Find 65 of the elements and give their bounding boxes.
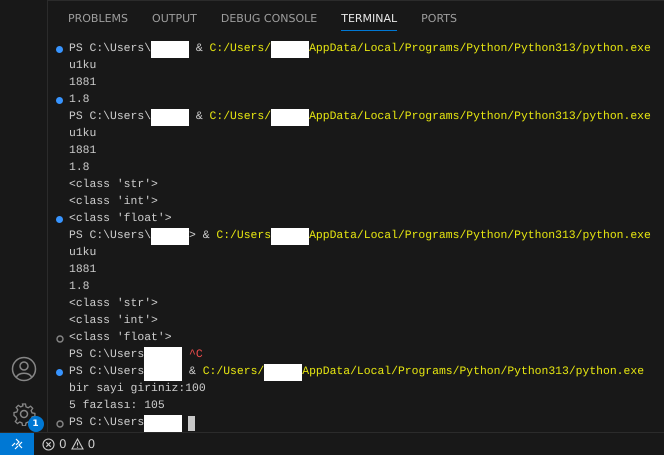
redaction-block: [151, 228, 190, 245]
terminal-text: PS C:\Users\: [69, 110, 152, 125]
redaction-block: [144, 347, 182, 364]
success-dot-icon[interactable]: [56, 369, 63, 376]
path-text: C:/Users/: [210, 110, 272, 125]
panel-tab[interactable]: PORTS: [421, 6, 457, 30]
path-text: C:/Users/: [210, 42, 272, 57]
interrupt-text: ^C: [188, 348, 203, 363]
terminal-text: PS C:\Users: [69, 348, 144, 363]
terminal-text: <class 'str'>: [69, 178, 158, 193]
terminal-text: bir sayi giriniz:100: [69, 382, 206, 397]
success-dot-icon[interactable]: [56, 216, 63, 223]
terminal-text: 5 fazlası: 105: [69, 398, 165, 414]
success-dot-icon[interactable]: [56, 46, 63, 53]
panel-tab[interactable]: DEBUG CONSOLE: [220, 6, 318, 30]
empty-circle-icon[interactable]: [56, 420, 64, 428]
terminal-text: &: [188, 365, 197, 380]
error-icon: [42, 438, 55, 450]
remote-button[interactable]: [0, 433, 34, 455]
problems-button[interactable]: 0 0: [34, 437, 104, 451]
success-dot-icon[interactable]: [56, 97, 63, 104]
terminal-text: PS C:\Users: [69, 416, 144, 431]
terminal-text: <class 'int'>: [69, 314, 158, 329]
terminal-text: 1881: [69, 263, 96, 278]
terminal-text: <class 'float'>: [69, 212, 172, 227]
text-cursor: [188, 416, 196, 431]
panel-tab[interactable]: OUTPUT: [152, 6, 197, 30]
path-text: C:/Users/: [202, 364, 264, 380]
path-text: AppData/Local/Programs/Python/Python313/python.exe: [309, 110, 651, 125]
account-icon[interactable]: [10, 356, 36, 382]
terminal-text: u1ku: [69, 58, 96, 74]
panel-tab[interactable]: PROBLEMS: [68, 6, 128, 30]
terminal-text: PS C:\Users: [69, 364, 144, 380]
redaction-block: [271, 228, 310, 245]
redaction-block: [264, 364, 302, 381]
terminal-text: 1881: [69, 144, 96, 159]
path-text: AppData/Local/Programs/Python/Python313/python.exe: [309, 228, 651, 244]
terminal-text: <class 'float'>: [69, 330, 172, 346]
terminal-text: > &: [189, 229, 211, 244]
terminal-text: 1881: [69, 76, 96, 91]
redaction-block: [151, 41, 190, 58]
terminal-text: u1ku: [69, 126, 96, 142]
terminal-text: u1ku: [69, 246, 96, 261]
redaction-block: [144, 364, 182, 381]
path-text: AppData/Local/Programs/Python/Python313/python.exe: [302, 364, 644, 380]
empty-circle-icon[interactable]: [56, 334, 64, 342]
terminal-text: &: [194, 42, 204, 57]
panel-tab[interactable]: TERMINAL: [341, 6, 398, 30]
terminal-text: 1.8: [69, 161, 90, 176]
terminal-text: PS C:\Users\: [69, 42, 152, 57]
redaction-block: [271, 41, 310, 58]
notification-badge: 1: [28, 416, 44, 432]
terminal-text: PS C:\Users\: [69, 228, 152, 244]
redaction-block: [144, 415, 182, 432]
terminal-text: 1.8: [69, 93, 90, 108]
redaction-block: [271, 109, 310, 126]
redaction-block: [151, 109, 190, 126]
remote-icon: [11, 438, 23, 450]
path-text: C:/Users: [216, 228, 272, 244]
terminal-text: &: [194, 110, 204, 125]
terminal-text: <class 'str'>: [69, 296, 158, 312]
path-text: AppData/Local/Programs/Python/Python313/python.exe: [309, 42, 651, 57]
warning-icon: [70, 438, 84, 450]
terminal-text: <class 'int'>: [69, 194, 158, 210]
terminal-text: 1.8: [69, 280, 90, 295]
